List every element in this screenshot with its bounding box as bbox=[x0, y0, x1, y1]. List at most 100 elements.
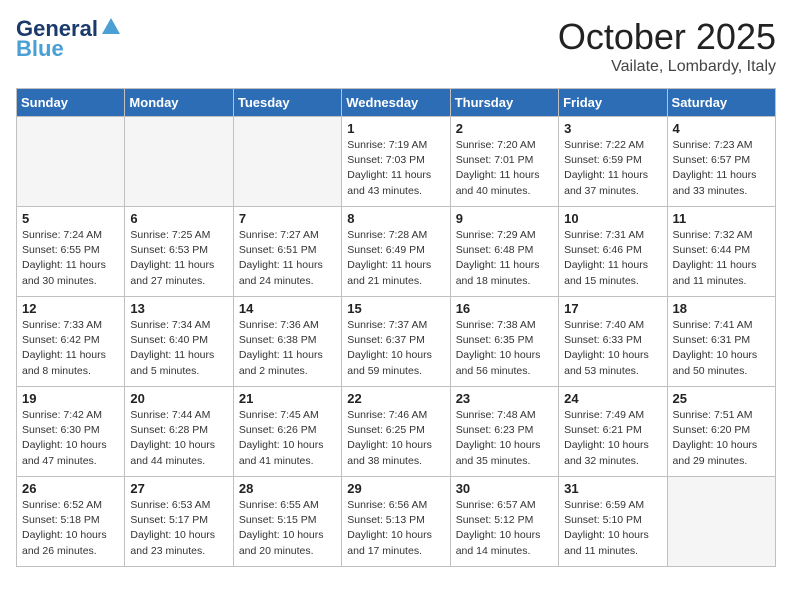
calendar-cell: 8 Sunrise: 7:28 AMSunset: 6:49 PMDaylight… bbox=[342, 207, 450, 297]
calendar-cell: 2Sunrise: 7:20 AMSunset: 7:01 PMDaylight… bbox=[450, 117, 558, 207]
calendar-cell: 4 Sunrise: 7:23 AMSunset: 6:57 PMDaylight… bbox=[667, 117, 775, 207]
calendar-cell bbox=[667, 477, 775, 567]
day-number: 20 bbox=[130, 391, 227, 406]
calendar-cell: 15 Sunrise: 7:37 AMSunset: 6:37 PMDayligh… bbox=[342, 297, 450, 387]
calendar-cell: 31Sunrise: 6:59 AMSunset: 5:10 PMDayligh… bbox=[559, 477, 667, 567]
page-header: General Blue October 2025 Vailate, Lomba… bbox=[16, 16, 776, 76]
col-header-thursday: Thursday bbox=[450, 89, 558, 117]
day-number: 6 bbox=[130, 211, 227, 226]
day-info: Sunrise: 7:36 AMSunset: 6:38 PMDaylight:… bbox=[239, 318, 336, 379]
day-number: 5 bbox=[22, 211, 119, 226]
day-number: 8 bbox=[347, 211, 444, 226]
location: Vailate, Lombardy, Italy bbox=[558, 58, 776, 76]
day-info: Sunrise: 6:59 AMSunset: 5:10 PMDaylight:… bbox=[564, 498, 661, 559]
day-info: Sunrise: 7:46 AMSunset: 6:25 PMDaylight:… bbox=[347, 408, 444, 469]
calendar-cell: 28 Sunrise: 6:55 AMSunset: 5:15 PMDayligh… bbox=[233, 477, 341, 567]
calendar-cell: 22 Sunrise: 7:46 AMSunset: 6:25 PMDayligh… bbox=[342, 387, 450, 477]
calendar-row-1: 5 Sunrise: 7:24 AMSunset: 6:55 PMDaylight… bbox=[17, 207, 776, 297]
calendar-table: SundayMondayTuesdayWednesdayThursdayFrid… bbox=[16, 88, 776, 567]
day-number: 16 bbox=[456, 301, 553, 316]
day-number: 15 bbox=[347, 301, 444, 316]
col-header-sunday: Sunday bbox=[17, 89, 125, 117]
day-info: Sunrise: 7:25 AMSunset: 6:53 PMDaylight:… bbox=[130, 228, 227, 289]
day-number: 4 bbox=[673, 121, 770, 136]
calendar-cell: 30 Sunrise: 6:57 AMSunset: 5:12 PMDayligh… bbox=[450, 477, 558, 567]
logo-icon bbox=[100, 16, 122, 38]
day-info: Sunrise: 7:32 AMSunset: 6:44 PMDaylight:… bbox=[673, 228, 770, 289]
day-info: Sunrise: 7:33 AMSunset: 6:42 PMDaylight:… bbox=[22, 318, 119, 379]
day-number: 30 bbox=[456, 481, 553, 496]
day-number: 28 bbox=[239, 481, 336, 496]
calendar-cell: 25 Sunrise: 7:51 AMSunset: 6:20 PMDayligh… bbox=[667, 387, 775, 477]
day-number: 17 bbox=[564, 301, 661, 316]
day-number: 9 bbox=[456, 211, 553, 226]
day-info: Sunrise: 7:19 AMSunset: 7:03 PMDaylight:… bbox=[347, 138, 444, 199]
day-info: Sunrise: 6:55 AMSunset: 5:15 PMDaylight:… bbox=[239, 498, 336, 559]
day-info: Sunrise: 7:24 AMSunset: 6:55 PMDaylight:… bbox=[22, 228, 119, 289]
calendar-cell: 6 Sunrise: 7:25 AMSunset: 6:53 PMDaylight… bbox=[125, 207, 233, 297]
day-number: 11 bbox=[673, 211, 770, 226]
day-number: 12 bbox=[22, 301, 119, 316]
day-info: Sunrise: 7:27 AMSunset: 6:51 PMDaylight:… bbox=[239, 228, 336, 289]
day-info: Sunrise: 7:48 AMSunset: 6:23 PMDaylight:… bbox=[456, 408, 553, 469]
calendar-cell: 21Sunrise: 7:45 AMSunset: 6:26 PMDayligh… bbox=[233, 387, 341, 477]
calendar-cell: 27 Sunrise: 6:53 AMSunset: 5:17 PMDayligh… bbox=[125, 477, 233, 567]
col-header-monday: Monday bbox=[125, 89, 233, 117]
day-info: Sunrise: 7:34 AMSunset: 6:40 PMDaylight:… bbox=[130, 318, 227, 379]
day-info: Sunrise: 7:31 AMSunset: 6:46 PMDaylight:… bbox=[564, 228, 661, 289]
day-info: Sunrise: 6:52 AMSunset: 5:18 PMDaylight:… bbox=[22, 498, 119, 559]
day-number: 25 bbox=[673, 391, 770, 406]
col-header-tuesday: Tuesday bbox=[233, 89, 341, 117]
calendar-cell: 17Sunrise: 7:40 AMSunset: 6:33 PMDayligh… bbox=[559, 297, 667, 387]
day-number: 24 bbox=[564, 391, 661, 406]
calendar-cell: 5 Sunrise: 7:24 AMSunset: 6:55 PMDaylight… bbox=[17, 207, 125, 297]
day-info: Sunrise: 7:20 AMSunset: 7:01 PMDaylight:… bbox=[456, 138, 553, 199]
calendar-cell: 26 Sunrise: 6:52 AMSunset: 5:18 PMDayligh… bbox=[17, 477, 125, 567]
day-number: 18 bbox=[673, 301, 770, 316]
day-number: 1 bbox=[347, 121, 444, 136]
calendar-cell: 14 Sunrise: 7:36 AMSunset: 6:38 PMDayligh… bbox=[233, 297, 341, 387]
day-number: 26 bbox=[22, 481, 119, 496]
day-number: 22 bbox=[347, 391, 444, 406]
calendar-cell: 13 Sunrise: 7:34 AMSunset: 6:40 PMDayligh… bbox=[125, 297, 233, 387]
day-info: Sunrise: 7:44 AMSunset: 6:28 PMDaylight:… bbox=[130, 408, 227, 469]
day-number: 29 bbox=[347, 481, 444, 496]
day-number: 27 bbox=[130, 481, 227, 496]
day-info: Sunrise: 7:49 AMSunset: 6:21 PMDaylight:… bbox=[564, 408, 661, 469]
day-number: 10 bbox=[564, 211, 661, 226]
calendar-cell: 9 Sunrise: 7:29 AMSunset: 6:48 PMDaylight… bbox=[450, 207, 558, 297]
day-info: Sunrise: 7:41 AMSunset: 6:31 PMDaylight:… bbox=[673, 318, 770, 379]
title-section: October 2025 Vailate, Lombardy, Italy bbox=[558, 16, 776, 76]
col-header-saturday: Saturday bbox=[667, 89, 775, 117]
day-info: Sunrise: 6:53 AMSunset: 5:17 PMDaylight:… bbox=[130, 498, 227, 559]
calendar-cell: 11 Sunrise: 7:32 AMSunset: 6:44 PMDayligh… bbox=[667, 207, 775, 297]
calendar-cell: 24 Sunrise: 7:49 AMSunset: 6:21 PMDayligh… bbox=[559, 387, 667, 477]
calendar-row-0: 1 Sunrise: 7:19 AMSunset: 7:03 PMDaylight… bbox=[17, 117, 776, 207]
day-number: 14 bbox=[239, 301, 336, 316]
calendar-row-2: 12 Sunrise: 7:33 AMSunset: 6:42 PMDayligh… bbox=[17, 297, 776, 387]
calendar-cell: 1 Sunrise: 7:19 AMSunset: 7:03 PMDaylight… bbox=[342, 117, 450, 207]
logo: General Blue bbox=[16, 16, 122, 62]
calendar-cell bbox=[17, 117, 125, 207]
day-number: 7 bbox=[239, 211, 336, 226]
col-header-friday: Friday bbox=[559, 89, 667, 117]
calendar-cell: 3Sunrise: 7:22 AMSunset: 6:59 PMDaylight… bbox=[559, 117, 667, 207]
calendar-cell: 18 Sunrise: 7:41 AMSunset: 6:31 PMDayligh… bbox=[667, 297, 775, 387]
calendar-cell: 16Sunrise: 7:38 AMSunset: 6:35 PMDayligh… bbox=[450, 297, 558, 387]
day-info: Sunrise: 7:22 AMSunset: 6:59 PMDaylight:… bbox=[564, 138, 661, 199]
calendar-cell: 19Sunrise: 7:42 AMSunset: 6:30 PMDayligh… bbox=[17, 387, 125, 477]
day-info: Sunrise: 7:28 AMSunset: 6:49 PMDaylight:… bbox=[347, 228, 444, 289]
day-number: 13 bbox=[130, 301, 227, 316]
day-info: Sunrise: 7:23 AMSunset: 6:57 PMDaylight:… bbox=[673, 138, 770, 199]
day-info: Sunrise: 7:51 AMSunset: 6:20 PMDaylight:… bbox=[673, 408, 770, 469]
calendar-cell bbox=[125, 117, 233, 207]
logo-blue: Blue bbox=[16, 36, 64, 62]
day-info: Sunrise: 6:57 AMSunset: 5:12 PMDaylight:… bbox=[456, 498, 553, 559]
day-info: Sunrise: 7:42 AMSunset: 6:30 PMDaylight:… bbox=[22, 408, 119, 469]
day-info: Sunrise: 7:29 AMSunset: 6:48 PMDaylight:… bbox=[456, 228, 553, 289]
day-info: Sunrise: 7:37 AMSunset: 6:37 PMDaylight:… bbox=[347, 318, 444, 379]
calendar-cell: 20 Sunrise: 7:44 AMSunset: 6:28 PMDayligh… bbox=[125, 387, 233, 477]
calendar-cell: 10 Sunrise: 7:31 AMSunset: 6:46 PMDayligh… bbox=[559, 207, 667, 297]
col-header-wednesday: Wednesday bbox=[342, 89, 450, 117]
day-number: 21 bbox=[239, 391, 336, 406]
